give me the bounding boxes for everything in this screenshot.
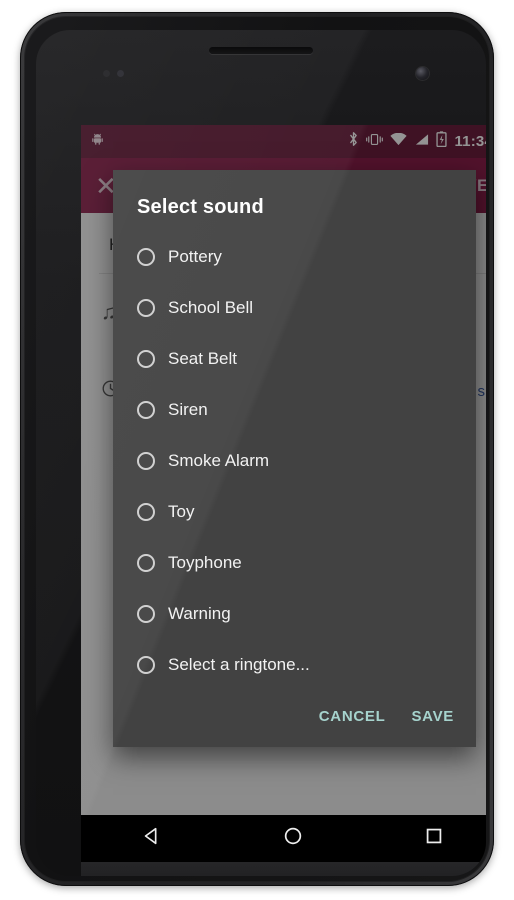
earpiece-speaker xyxy=(209,47,313,54)
radio-button-icon[interactable] xyxy=(137,553,155,572)
dialog-action-buttons: CANCEL SAVE xyxy=(113,694,476,741)
back-icon[interactable] xyxy=(141,825,163,852)
screenshot-root: Ha ♫ xyxy=(0,0,514,900)
android-navigation-bar xyxy=(81,815,486,862)
radio-button-icon[interactable] xyxy=(137,655,155,674)
list-item[interactable]: Toyphone xyxy=(113,537,476,588)
radio-button-icon[interactable] xyxy=(137,298,155,317)
radio-button-icon[interactable] xyxy=(137,247,155,266)
list-item-label: Toyphone xyxy=(168,552,242,572)
list-item-label: Warning xyxy=(168,603,231,623)
list-item-label: Smoke Alarm xyxy=(168,450,270,470)
phone-screen: Ha ♫ xyxy=(81,125,486,815)
device-chin xyxy=(81,862,486,876)
list-item-label: School Bell xyxy=(168,297,254,317)
cancel-button[interactable]: CANCEL xyxy=(319,708,386,725)
list-item-label: Siren xyxy=(168,399,208,419)
recents-icon[interactable] xyxy=(423,825,445,852)
list-item[interactable]: Toy xyxy=(113,486,476,537)
phone-glass-panel: Ha ♫ xyxy=(36,30,486,876)
list-item[interactable]: Warning xyxy=(113,588,476,639)
radio-button-icon[interactable] xyxy=(137,604,155,623)
list-item[interactable]: School Bell xyxy=(113,282,476,333)
proximity-sensor xyxy=(103,70,110,77)
radio-button-icon[interactable] xyxy=(137,502,155,521)
front-camera xyxy=(416,67,429,80)
home-icon[interactable] xyxy=(282,825,304,852)
list-item[interactable]: Pottery xyxy=(113,231,476,282)
dialog-title: Select sound xyxy=(137,196,264,218)
list-item-label: Toy xyxy=(168,501,195,521)
list-item-label: Select a ringtone... xyxy=(168,654,310,674)
radio-button-icon[interactable] xyxy=(137,451,155,470)
save-button[interactable]: SAVE xyxy=(411,708,454,725)
phone-device-inner: Ha ♫ xyxy=(24,16,490,882)
list-item-label: Pottery xyxy=(168,246,222,266)
list-item[interactable]: Select a ringtone... xyxy=(113,639,476,690)
radio-button-icon[interactable] xyxy=(137,349,155,368)
list-item[interactable]: Siren xyxy=(113,384,476,435)
list-item[interactable]: Seat Belt xyxy=(113,333,476,384)
select-sound-dialog: Select sound Pottery School Bell Seat Be… xyxy=(113,170,476,747)
sound-options-list: Pottery School Bell Seat Belt Siren Smok… xyxy=(113,231,476,694)
list-item-label: Seat Belt xyxy=(168,348,237,368)
radio-button-icon[interactable] xyxy=(137,400,155,419)
list-item[interactable]: Smoke Alarm xyxy=(113,435,476,486)
phone-device-frame: Ha ♫ xyxy=(20,12,494,886)
